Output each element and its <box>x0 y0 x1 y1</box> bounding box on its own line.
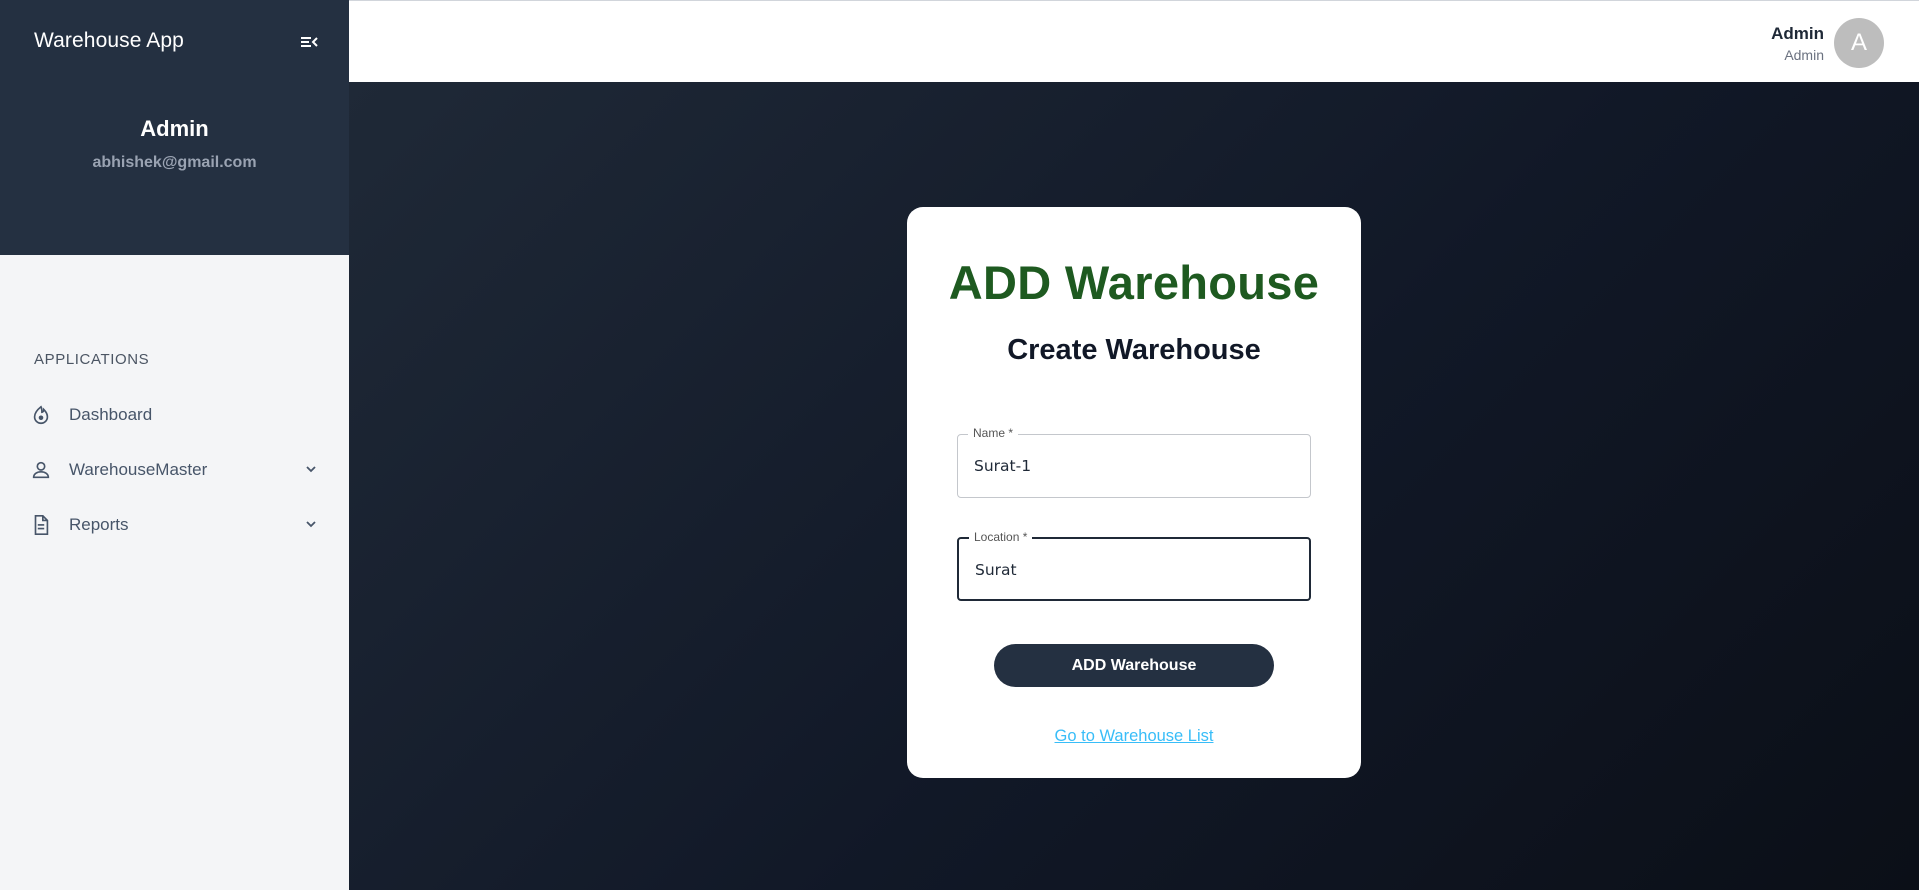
sidebar-item-label: Dashboard <box>69 405 153 424</box>
warehouse-list-link[interactable]: Go to Warehouse List <box>907 727 1361 746</box>
sidebar: Warehouse App Admin abhishek@gmail.com A… <box>0 0 349 890</box>
main-content: ADD Warehouse Create Warehouse Name * Lo… <box>349 82 1919 890</box>
user-name: Admin <box>1771 24 1824 43</box>
form-subtitle: Create Warehouse <box>1007 334 1261 366</box>
profile-name: Admin <box>140 116 209 141</box>
sidebar-item-dashboard[interactable]: Dashboard <box>26 395 326 435</box>
location-input[interactable] <box>975 557 1295 583</box>
document-icon <box>26 513 58 537</box>
name-field[interactable]: Name * <box>957 426 1311 498</box>
chevron-down-icon[interactable] <box>304 462 318 476</box>
avatar[interactable]: A <box>1834 18 1884 68</box>
sidebar-header: Warehouse App Admin abhishek@gmail.com <box>0 0 349 255</box>
sidebar-item-label: Reports <box>69 515 129 534</box>
name-field-label: Name * <box>968 426 1019 440</box>
dashboard-icon <box>26 403 58 427</box>
name-input[interactable] <box>974 453 1294 479</box>
page-title: ADD Warehouse <box>948 256 1320 309</box>
location-field[interactable]: Location * <box>957 530 1311 601</box>
section-label-applications: APPLICATIONS <box>34 351 150 368</box>
person-icon <box>26 458 58 482</box>
profile-email: abhishek@gmail.com <box>92 154 257 171</box>
add-warehouse-card: ADD Warehouse Create Warehouse Name * Lo… <box>907 207 1361 778</box>
user-role: Admin <box>1784 47 1824 63</box>
sidebar-item-warehousemaster[interactable]: WarehouseMaster <box>26 450 326 490</box>
sidebar-item-reports[interactable]: Reports <box>26 505 326 545</box>
sidebar-item-label: WarehouseMaster <box>69 460 208 479</box>
top-bar: Admin Admin A <box>349 0 1919 82</box>
add-warehouse-button[interactable]: ADD Warehouse <box>994 644 1274 687</box>
menu-collapse-icon[interactable] <box>298 32 320 52</box>
location-field-label: Location * <box>969 530 1033 544</box>
chevron-down-icon[interactable] <box>304 517 318 531</box>
app-title: Warehouse App <box>34 29 184 52</box>
